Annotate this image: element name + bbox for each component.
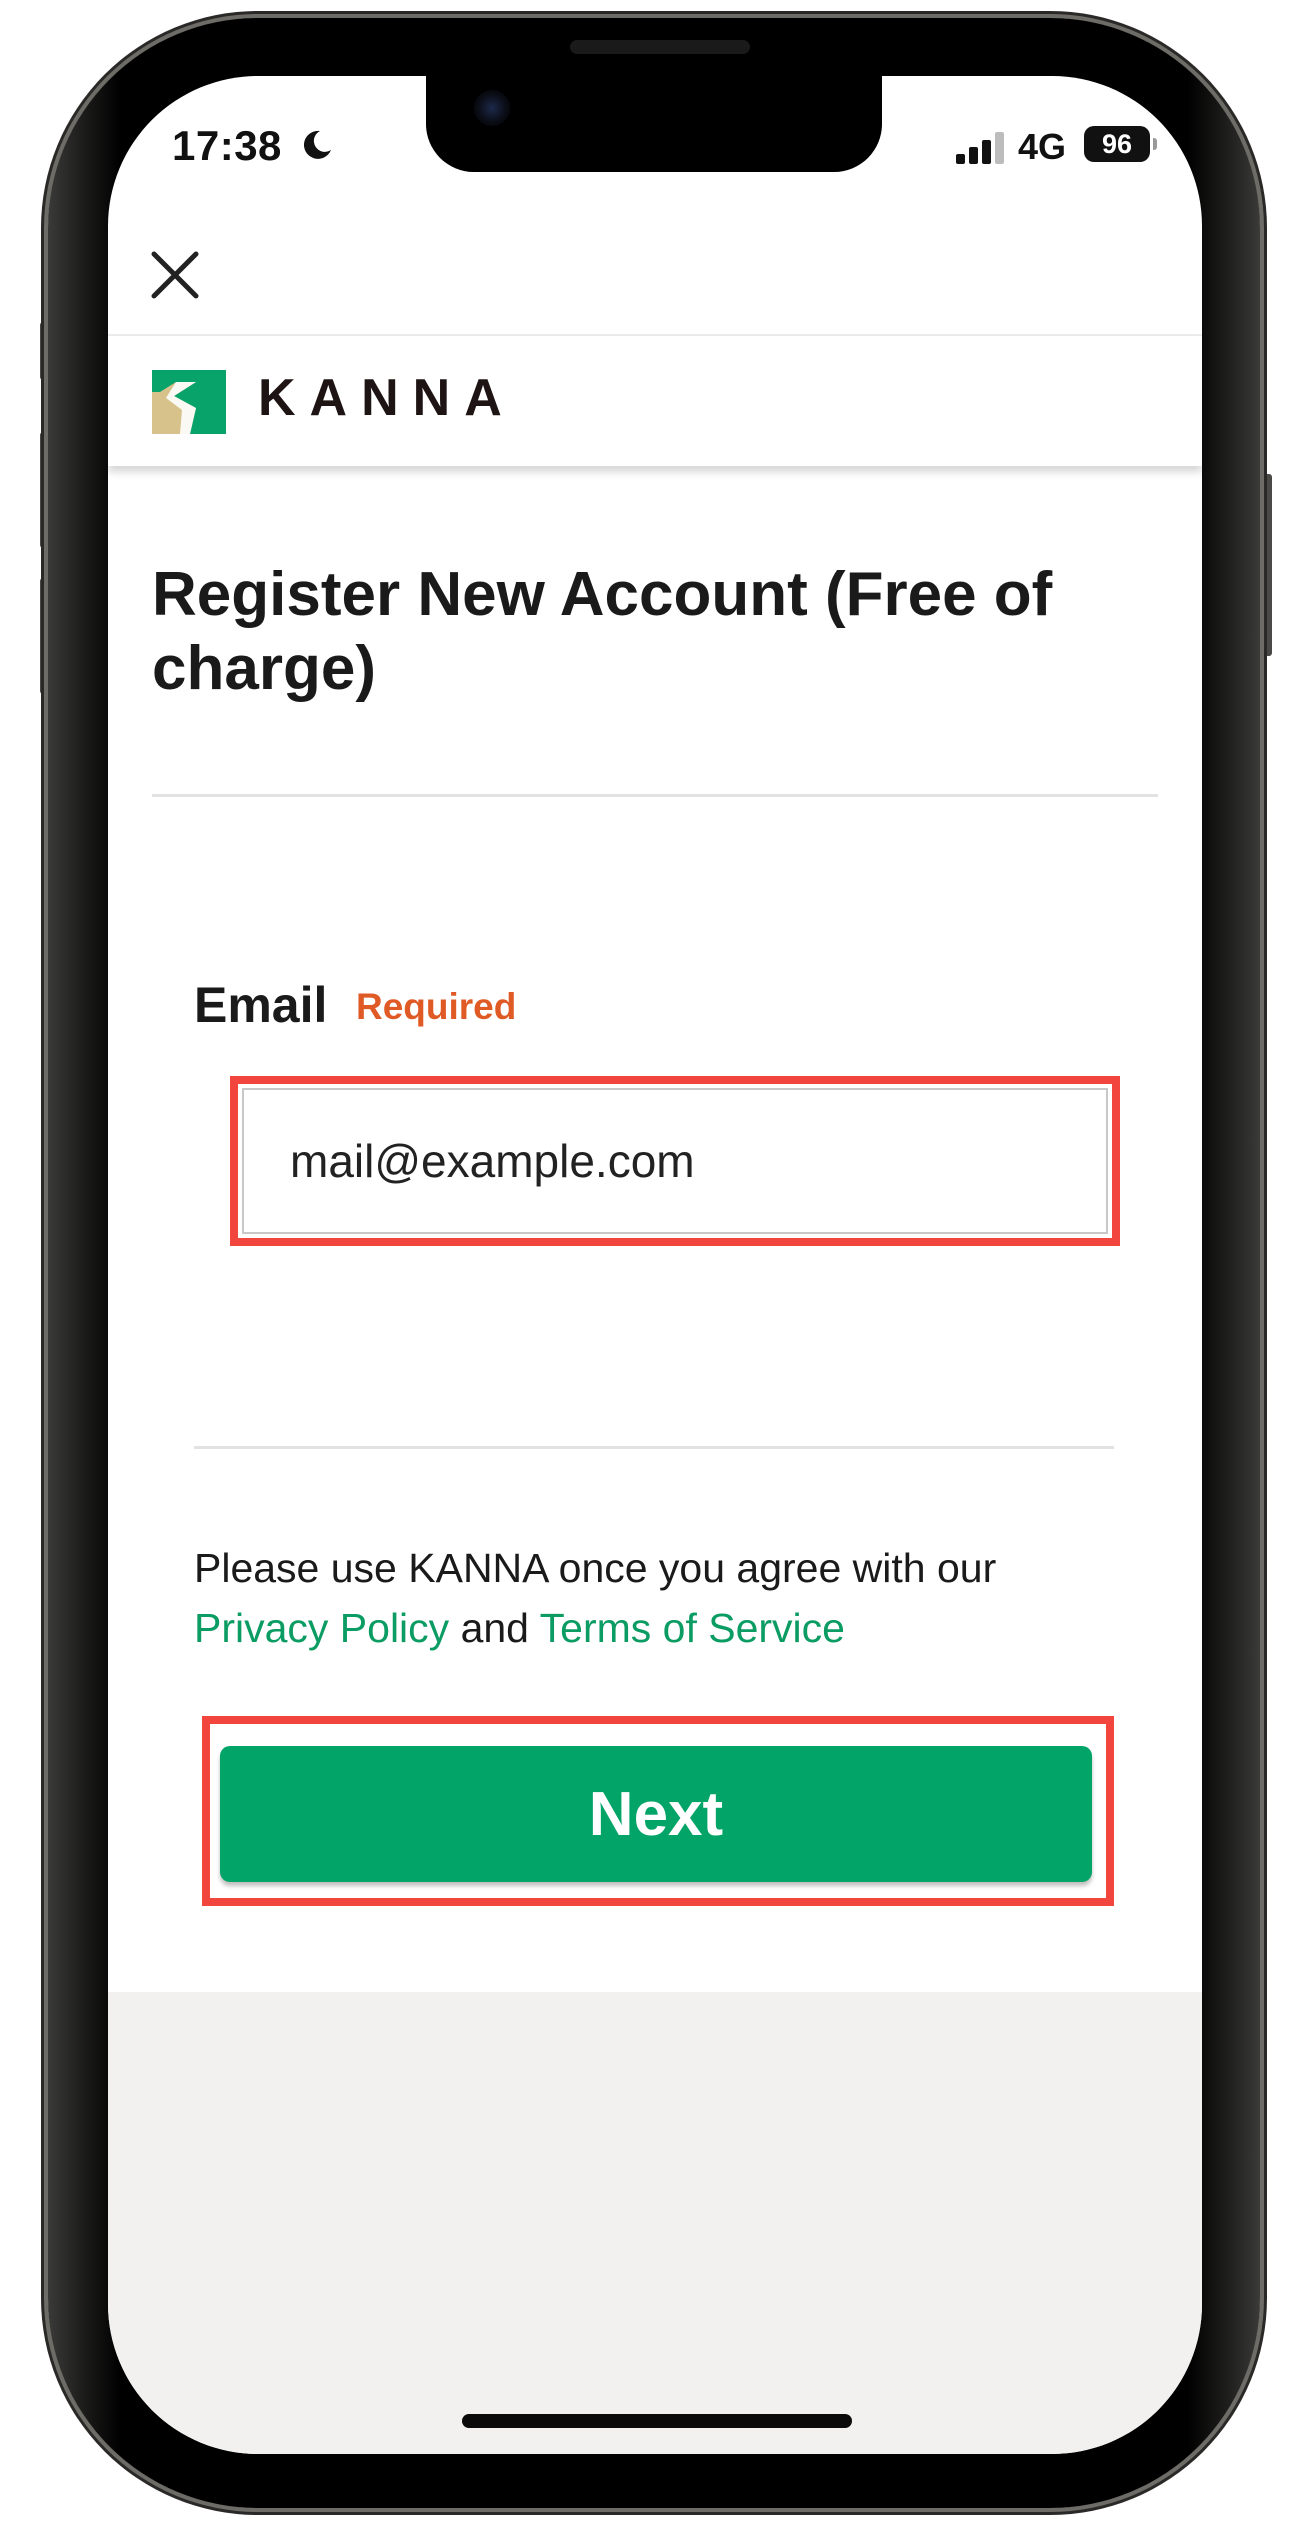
earpiece-speaker (570, 40, 750, 54)
email-input[interactable] (242, 1088, 1108, 1234)
privacy-policy-link[interactable]: Privacy Policy (194, 1605, 449, 1651)
battery-tip (1153, 138, 1157, 150)
phone-screen: 17:38 4G 96 KANNA Register New Account (… (108, 76, 1202, 2454)
notch (426, 76, 882, 172)
moon-icon (303, 130, 331, 159)
required-badge: Required (356, 986, 517, 1027)
status-time: 17:38 (172, 122, 282, 169)
signal-icon (956, 132, 1004, 164)
footer-area (108, 1992, 1202, 2454)
power-button (1262, 474, 1272, 656)
app-header: KANNA (108, 336, 1202, 466)
kanna-logo-icon (152, 370, 226, 434)
terms-of-service-link[interactable]: Terms of Service (540, 1605, 845, 1651)
form-divider (194, 1446, 1114, 1449)
brand-name: KANNA (258, 369, 516, 427)
home-indicator[interactable] (462, 2414, 852, 2428)
close-icon[interactable] (144, 244, 206, 306)
title-divider (152, 794, 1158, 797)
next-button[interactable]: Next (220, 1746, 1092, 1882)
page-title: Register New Account (Free of charge) (152, 560, 1053, 703)
front-camera (474, 90, 510, 126)
battery-indicator: 96 (1084, 126, 1150, 162)
network-type: 4G (1018, 126, 1067, 167)
consent-text: Please use KANNA once you agree with our… (194, 1538, 1154, 1658)
email-label: Email (194, 977, 328, 1033)
consent-prefix: Please use KANNA once you agree with our (194, 1545, 997, 1591)
phone-screenshot: 17:38 4G 96 KANNA Register New Account (… (0, 0, 1310, 2526)
consent-and: and (460, 1605, 529, 1651)
